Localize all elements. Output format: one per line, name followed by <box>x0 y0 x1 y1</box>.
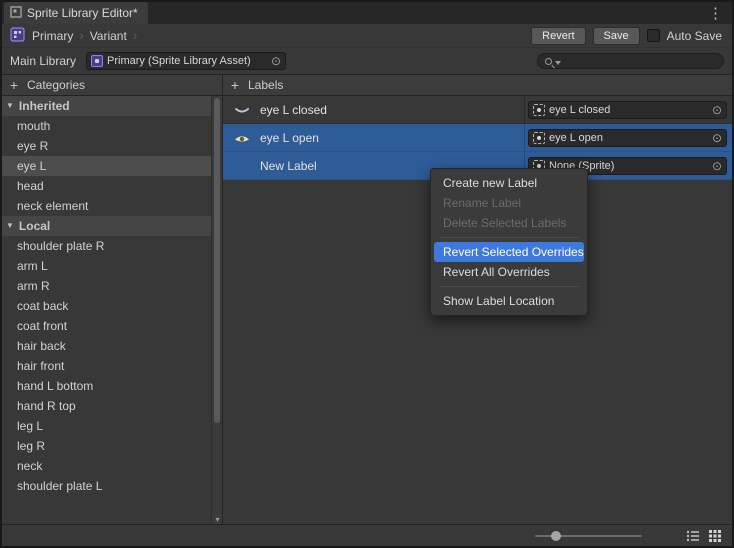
search-field[interactable] <box>537 53 724 69</box>
tab-bar: Sprite Library Editor* ⋮ <box>2 2 732 24</box>
main-library-bar: Main Library Primary (Sprite Library Ass… <box>2 48 732 74</box>
object-field-text: eye L closed <box>549 104 708 116</box>
category-item[interactable]: coat front <box>2 316 211 336</box>
category-item[interactable]: neck <box>2 456 211 476</box>
category-item[interactable]: arm L <box>2 256 211 276</box>
thumbnail-size-slider[interactable] <box>535 525 642 547</box>
toolbar: Primary›Variant› Revert Save Auto Save <box>2 24 732 48</box>
object-picker-icon[interactable]: ⊙ <box>712 132 722 144</box>
object-picker-icon[interactable]: ⊙ <box>712 104 722 116</box>
scroll-down-arrow-icon[interactable]: ▾ <box>212 515 223 524</box>
category-item[interactable]: leg R <box>2 436 211 456</box>
breadcrumb-item-variant[interactable]: Variant <box>87 29 130 43</box>
object-picker-icon[interactable]: ⊙ <box>271 55 281 67</box>
category-item[interactable]: arm R <box>2 276 211 296</box>
empty-thumbnail <box>231 158 253 174</box>
search-filter-caret-icon[interactable] <box>555 61 561 65</box>
label-row[interactable]: eye L open eye L open ⊙ <box>223 124 732 152</box>
sprite-icon <box>533 132 545 144</box>
category-item[interactable]: hand R top <box>2 396 211 416</box>
sprite-object-field[interactable]: eye L open ⊙ <box>528 129 727 147</box>
categories-list: ▼ Inherited moutheye Reye Lheadneck elemen… <box>2 96 211 524</box>
sprite-library-window-icon <box>10 6 22 21</box>
category-item[interactable]: mouth <box>2 116 211 136</box>
main-library-object-field[interactable]: Primary (Sprite Library Asset) ⊙ <box>86 52 286 70</box>
sprite-library-icon <box>10 27 25 45</box>
main-library-label: Main Library <box>10 54 76 68</box>
sprite-library-asset-icon <box>91 55 103 67</box>
main-split: + Categories ▼ Inherited moutheye Reye Lhe… <box>2 74 732 524</box>
main-library-object-text: Primary (Sprite Library Asset) <box>107 55 267 67</box>
menu-separator <box>439 286 579 287</box>
category-group-label: Inherited <box>19 99 70 113</box>
column-divider <box>524 124 525 151</box>
eye-closed-thumbnail-icon <box>231 102 253 118</box>
category-item[interactable]: eye R <box>2 136 211 156</box>
menu-item: Rename Label <box>431 193 587 213</box>
label-name: eye L closed <box>260 103 327 117</box>
tab-sprite-library-editor[interactable]: Sprite Library Editor* <box>4 2 148 24</box>
categories-panel: + Categories ▼ Inherited moutheye Reye Lhe… <box>2 75 223 524</box>
category-item[interactable]: neck element <box>2 196 211 216</box>
kebab-menu-icon[interactable]: ⋮ <box>699 4 732 24</box>
object-field-text: eye L open <box>549 132 708 144</box>
sprite-library-editor-window: Sprite Library Editor* ⋮ Primary›Variant… <box>0 0 734 548</box>
object-picker-icon[interactable]: ⊙ <box>712 160 722 172</box>
label-name: New Label <box>260 159 317 173</box>
bottom-bar <box>2 524 732 546</box>
category-group-header-inherited[interactable]: ▼ Inherited <box>2 96 211 116</box>
foldout-triangle-icon: ▼ <box>6 101 14 110</box>
category-item[interactable]: hair front <box>2 356 211 376</box>
toolbar-actions: Revert Save Auto Save <box>531 27 726 45</box>
menu-item: Delete Selected Labels <box>431 213 587 233</box>
auto-save-checkbox[interactable] <box>647 29 660 42</box>
categories-title: Categories <box>27 78 85 92</box>
category-item[interactable]: hair back <box>2 336 211 356</box>
scrollbar-thumb[interactable] <box>214 98 220 423</box>
category-group-label: Local <box>19 219 50 233</box>
category-item[interactable]: coat back <box>2 296 211 316</box>
category-group-header-local[interactable]: ▼ Local <box>2 216 211 236</box>
add-category-button[interactable]: + <box>8 77 20 93</box>
sprite-object-field[interactable]: eye L closed ⊙ <box>528 101 727 119</box>
categories-header: + Categories <box>2 75 222 96</box>
auto-save-label: Auto Save <box>667 29 722 43</box>
chevron-right-icon: › <box>133 28 137 43</box>
list-view-icon[interactable] <box>686 529 700 543</box>
category-item[interactable]: head <box>2 176 211 196</box>
categories-scrollbar[interactable]: ▾ <box>211 96 222 524</box>
menu-separator <box>439 237 579 238</box>
category-item[interactable]: shoulder plate R <box>2 236 211 256</box>
eye-open-thumbnail-icon <box>231 130 253 146</box>
label-name: eye L open <box>260 131 319 145</box>
label-row[interactable]: eye L closed eye L closed ⊙ <box>223 96 732 124</box>
menu-item[interactable]: Revert All Overrides <box>431 262 587 282</box>
category-item[interactable]: hand L bottom <box>2 376 211 396</box>
column-divider <box>524 96 525 123</box>
search-input[interactable] <box>564 54 716 68</box>
category-item[interactable]: eye L <box>2 156 211 176</box>
slider-knob[interactable] <box>551 531 561 541</box>
search-icon <box>545 58 552 65</box>
menu-item[interactable]: Show Label Location <box>431 291 587 311</box>
category-item[interactable]: shoulder plate L <box>2 476 211 496</box>
menu-item[interactable]: Create new Label <box>431 173 587 193</box>
breadcrumb: Primary›Variant› <box>29 28 140 43</box>
menu-item[interactable]: Revert Selected Overrides <box>434 242 584 262</box>
revert-button[interactable]: Revert <box>531 27 585 45</box>
add-label-button[interactable]: + <box>229 77 241 93</box>
foldout-triangle-icon: ▼ <box>6 221 14 230</box>
labels-header: + Labels <box>223 75 732 96</box>
breadcrumb-item-primary[interactable]: Primary <box>29 29 76 43</box>
category-item[interactable]: leg L <box>2 416 211 436</box>
chevron-right-icon: › <box>79 28 83 43</box>
labels-title: Labels <box>248 78 283 92</box>
sprite-icon <box>533 104 545 116</box>
tab-title: Sprite Library Editor* <box>27 6 138 20</box>
save-button[interactable]: Save <box>593 27 640 45</box>
grid-view-icon[interactable] <box>708 529 722 543</box>
context-menu: Create new LabelRename LabelDelete Selec… <box>430 168 588 316</box>
